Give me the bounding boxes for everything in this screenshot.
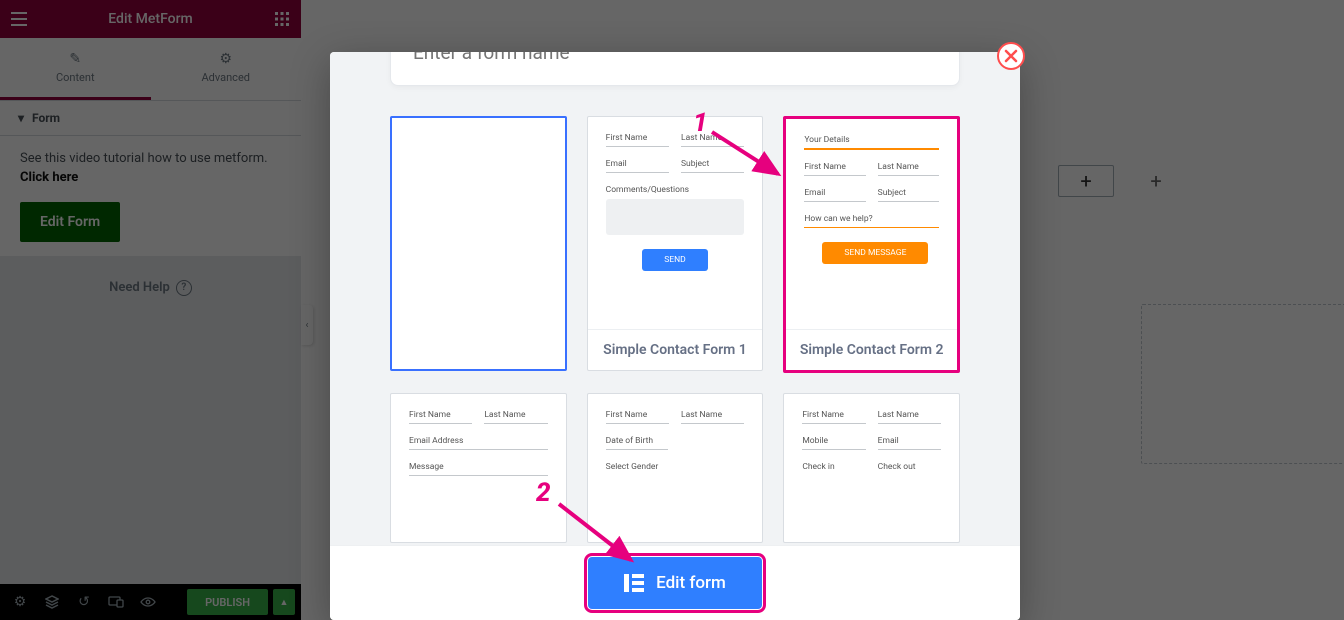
field-label: Check in: [802, 462, 865, 472]
annotation-number-2: 2: [536, 478, 551, 508]
close-icon: [1004, 49, 1018, 63]
field-label: Date of Birth: [606, 436, 745, 446]
preview-send-btn: SEND MESSAGE: [822, 242, 928, 264]
field-label: Check out: [878, 462, 941, 472]
form-name-input[interactable]: [413, 52, 937, 64]
template-card-blank[interactable]: [390, 116, 567, 371]
field-label: Comments/Questions: [606, 185, 745, 195]
field-label: First Name: [606, 133, 669, 143]
field-label: Select Gender: [606, 462, 745, 472]
modal-close-button[interactable]: [997, 42, 1025, 70]
field-label: Last Name: [878, 410, 941, 420]
template-modal: First Name Last Name Email Subject Comme…: [330, 52, 1020, 620]
field-label: Last Name: [484, 410, 547, 420]
field-label: Mobile: [802, 436, 865, 446]
modal-footer: Edit form: [330, 545, 1020, 620]
field-label: Email: [878, 436, 941, 446]
template-preview: Your Details First Name Last Name Email …: [786, 119, 957, 329]
field-label: Email Address: [409, 436, 548, 446]
template-preview: First Name Last Name Email Address Messa…: [391, 394, 566, 542]
template-card-5[interactable]: First Name Last Name Mobile Email Check …: [783, 393, 960, 543]
elementor-icon: [624, 574, 644, 592]
template-title: Simple Contact Form 2: [786, 329, 957, 370]
field-label: Message: [409, 462, 548, 472]
field-label: Your Details: [804, 135, 939, 145]
template-card-contact-2[interactable]: Your Details First Name Last Name Email …: [783, 116, 960, 373]
annotation-arrow-2: [555, 500, 645, 570]
field-label: Email: [606, 159, 669, 169]
field-label: Email: [804, 188, 865, 198]
annotation-arrow-1: [708, 128, 788, 184]
template-body: First Name Last Name Email Subject Comme…: [330, 52, 1020, 545]
preview-send-btn: SEND: [642, 249, 708, 271]
field-label: Subject: [878, 188, 939, 198]
field-label: First Name: [804, 162, 865, 172]
field-label: Last Name: [681, 410, 744, 420]
template-preview: First Name Last Name Mobile Email Check …: [784, 394, 959, 542]
field-label: How can we help?: [804, 214, 939, 224]
field-label: Last Name: [878, 162, 939, 172]
field-label: First Name: [409, 410, 472, 420]
edit-form-label: Edit form: [656, 573, 726, 593]
template-grid: First Name Last Name Email Subject Comme…: [390, 116, 960, 543]
field-label: First Name: [802, 410, 865, 420]
form-name-input-wrap: [390, 52, 960, 86]
template-title: Simple Contact Form 1: [588, 329, 763, 370]
field-label: First Name: [606, 410, 669, 420]
annotation-number-1: 1: [693, 108, 708, 138]
template-card-3[interactable]: First Name Last Name Email Address Messa…: [390, 393, 567, 543]
